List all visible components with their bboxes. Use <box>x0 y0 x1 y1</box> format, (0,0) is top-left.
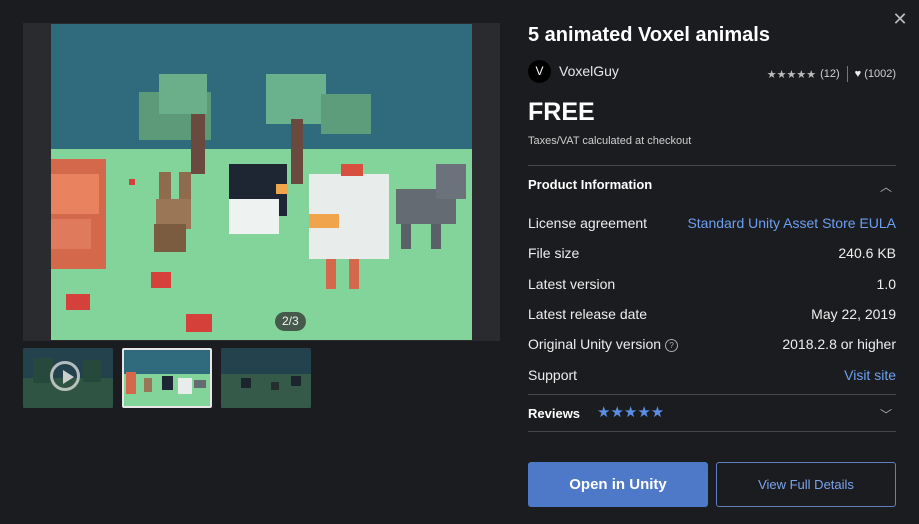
publisher-avatar: V <box>528 60 551 83</box>
info-row-latest-version: Latest version 1.0 <box>528 276 896 296</box>
chevron-up-icon[interactable]: ︿ <box>880 178 892 195</box>
info-label-with-help: Original Unity version? <box>528 336 679 352</box>
thumbnail-video[interactable] <box>23 348 113 408</box>
info-label: File size <box>528 245 580 261</box>
heart-icon[interactable]: ♥ <box>855 68 862 80</box>
rating-summary: ★★★★★ (12) ♥ (1002) <box>767 66 896 82</box>
chevron-down-icon[interactable]: ﹀ <box>880 406 892 423</box>
info-label: Latest release date <box>528 306 648 322</box>
divider <box>528 394 896 395</box>
info-row-file-size: File size 240.6 KB <box>528 245 896 265</box>
thumbnail-animals[interactable] <box>122 348 212 408</box>
open-in-unity-button[interactable]: Open in Unity <box>528 462 708 507</box>
info-row-unity-version: Original Unity version? 2018.2.8 or high… <box>528 336 896 356</box>
image-counter: 2/3 <box>275 312 306 331</box>
info-value: 240.6 KB <box>838 245 896 261</box>
info-label: Support <box>528 367 578 383</box>
reviews-stars-icon: ★★★★★ <box>597 404 665 421</box>
divider <box>528 165 896 166</box>
info-row-license: License agreement Standard Unity Asset S… <box>528 215 896 235</box>
info-label: License agreement <box>528 215 648 231</box>
product-title: 5 animated Voxel animals <box>528 24 770 46</box>
publisher-name[interactable]: VoxelGuy <box>559 63 619 79</box>
info-value: 2018.2.8 or higher <box>782 336 896 352</box>
info-value: 1.0 <box>876 276 896 292</box>
view-full-details-button[interactable]: View Full Details <box>716 462 896 507</box>
favorites-count: (1002) <box>864 68 896 80</box>
rating-stars-icon: ★★★★★ <box>766 68 817 81</box>
info-label: Latest version <box>528 276 616 292</box>
thumbnail-night[interactable] <box>221 348 311 408</box>
rating-count[interactable]: (12) <box>820 68 840 80</box>
info-value: May 22, 2019 <box>811 306 896 322</box>
reviews-heading[interactable]: Reviews <box>528 406 580 421</box>
thumbnail-strip <box>23 348 311 408</box>
price: FREE <box>528 98 595 126</box>
preview-gallery: 2/3 <box>23 23 500 341</box>
info-label: Original Unity version <box>528 336 662 352</box>
info-row-release-date: Latest release date May 22, 2019 <box>528 306 896 326</box>
support-link[interactable]: Visit site <box>844 367 896 383</box>
help-icon[interactable]: ? <box>665 339 679 352</box>
info-row-support: Support Visit site <box>528 367 896 387</box>
divider <box>528 431 896 432</box>
main-preview-image[interactable]: 2/3 <box>51 24 472 340</box>
license-link[interactable]: Standard Unity Asset Store EULA <box>687 215 896 231</box>
play-icon <box>50 361 80 391</box>
product-info-heading[interactable]: Product Information <box>528 177 652 192</box>
divider <box>846 66 848 82</box>
close-icon[interactable]: ✕ <box>892 10 908 28</box>
tax-note: Taxes/VAT calculated at checkout <box>528 135 692 147</box>
